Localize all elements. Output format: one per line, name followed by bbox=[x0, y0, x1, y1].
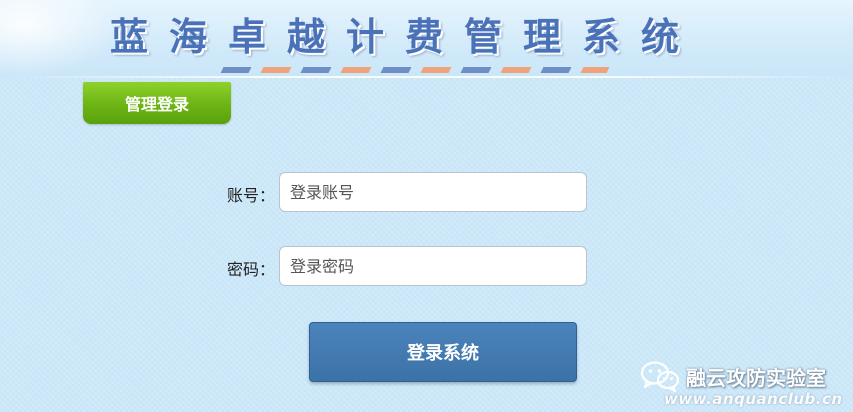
account-row: 账号： bbox=[0, 172, 853, 212]
password-label: 密码： bbox=[226, 260, 275, 279]
wechat-icon bbox=[640, 361, 680, 392]
account-input[interactable] bbox=[279, 172, 587, 212]
header-banner: 蓝海卓越计费管理系统 bbox=[0, 0, 853, 78]
decorative-stripe bbox=[220, 67, 610, 73]
password-row: 密码： bbox=[0, 246, 853, 286]
watermark-url: www.anquanclub.cn bbox=[664, 390, 843, 408]
password-input[interactable] bbox=[279, 246, 587, 286]
tab-admin-login[interactable]: 管理登录 bbox=[83, 82, 231, 124]
watermark: 融云攻防实验室 www.anquanclub.cn bbox=[640, 356, 850, 412]
watermark-name: 融云攻防实验室 bbox=[686, 366, 826, 390]
tab-admin-login-label: 管理登录 bbox=[124, 95, 189, 114]
header-glow bbox=[0, 0, 120, 78]
login-button[interactable]: 登录系统 bbox=[309, 322, 577, 382]
header-divider bbox=[0, 76, 853, 78]
site-title: 蓝海卓越计费管理系统 bbox=[110, 14, 701, 59]
account-label: 账号： bbox=[226, 186, 275, 205]
